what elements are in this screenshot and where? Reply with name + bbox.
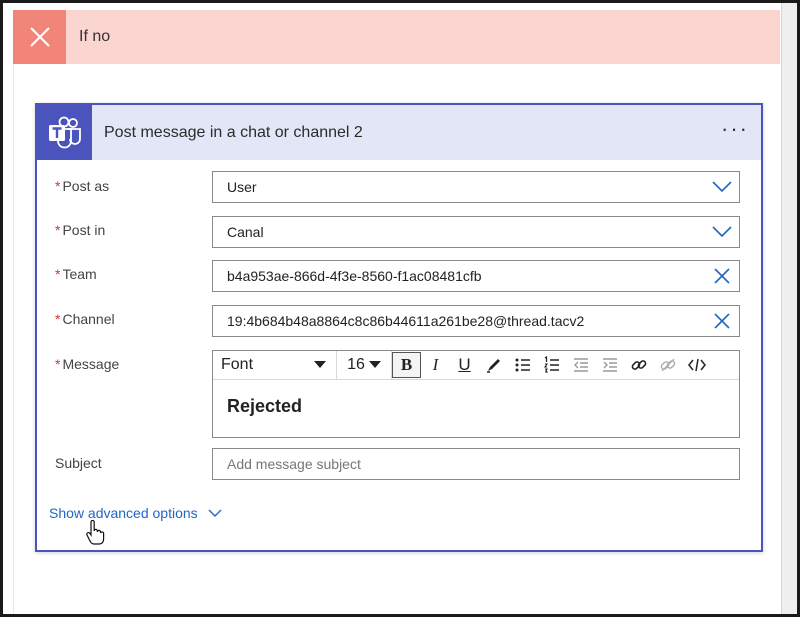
font-size-value: 16 — [347, 356, 365, 373]
channel-field[interactable]: 19:4b684b48a8864c8c86b44611a261be28@thre… — [212, 305, 740, 337]
card-title: Post message in a chat or channel 2 — [104, 123, 363, 141]
scroll-gutter — [781, 3, 797, 614]
hand-cursor-icon — [86, 520, 105, 545]
post-in-value: Canal — [227, 224, 264, 240]
channel-value: 19:4b684b48a8864c8c86b44611a261be28@thre… — [227, 313, 585, 329]
action-card: Post message in a chat or channel 2 ··· … — [35, 103, 763, 552]
message-editor[interactable]: Font 16 B I U Rejected — [212, 350, 740, 438]
branch-label: If no — [79, 28, 111, 45]
post-in-dropdown[interactable]: Canal — [212, 216, 740, 248]
advanced-options-label: Show advanced options — [49, 505, 198, 521]
font-size-dropdown[interactable]: 16 — [337, 351, 392, 379]
team-label: * Team — [55, 266, 97, 282]
bold-button[interactable]: B — [392, 352, 421, 378]
show-advanced-options-link[interactable]: Show advanced options — [49, 505, 222, 521]
more-options-icon[interactable]: ··· — [721, 118, 749, 140]
bullet-list-icon[interactable] — [508, 352, 537, 378]
channel-label: * Channel — [55, 311, 115, 327]
subject-placeholder: Add message subject — [227, 456, 361, 472]
message-label: * Message — [55, 356, 120, 372]
link-icon[interactable] — [624, 352, 653, 378]
chevron-down-icon — [208, 509, 222, 517]
unlink-icon[interactable] — [653, 352, 682, 378]
decrease-indent-icon[interactable] — [566, 352, 595, 378]
numbered-list-icon[interactable] — [537, 352, 566, 378]
condition-branch-header[interactable]: If no — [13, 10, 780, 64]
subject-input[interactable]: Add message subject — [212, 448, 740, 480]
italic-button[interactable]: I — [421, 352, 450, 378]
close-icon — [13, 10, 66, 64]
highlight-pen-icon[interactable] — [479, 352, 508, 378]
post-as-value: User — [227, 179, 257, 195]
caret-down-icon — [368, 361, 381, 368]
chevron-down-icon — [705, 172, 739, 202]
chevron-down-icon — [705, 217, 739, 247]
window-frame: If no Post message in a chat or channel … — [0, 0, 800, 617]
team-field[interactable]: b4a953ae-866d-4f3e-8560-f1ac08481cfb — [212, 260, 740, 292]
editor-toolbar: Font 16 B I U — [213, 351, 739, 380]
team-value: b4a953ae-866d-4f3e-8560-f1ac08481cfb — [227, 268, 482, 284]
subject-label: Subject — [55, 455, 102, 471]
caret-down-icon — [314, 361, 326, 368]
clear-icon[interactable] — [705, 261, 739, 291]
increase-indent-icon[interactable] — [595, 352, 624, 378]
post-as-dropdown[interactable]: User — [212, 171, 740, 203]
teams-icon — [37, 105, 92, 160]
underline-button[interactable]: U — [450, 352, 479, 378]
font-family-dropdown[interactable]: Font — [213, 351, 337, 379]
font-family-value: Font — [221, 356, 254, 373]
post-as-label: * Post as — [55, 178, 110, 194]
clear-icon[interactable] — [705, 306, 739, 336]
message-content: Rejected — [227, 396, 303, 416]
code-view-icon[interactable] — [682, 352, 711, 378]
post-in-label: * Post in — [55, 222, 106, 238]
card-header[interactable]: Post message in a chat or channel 2 ··· — [37, 105, 761, 160]
